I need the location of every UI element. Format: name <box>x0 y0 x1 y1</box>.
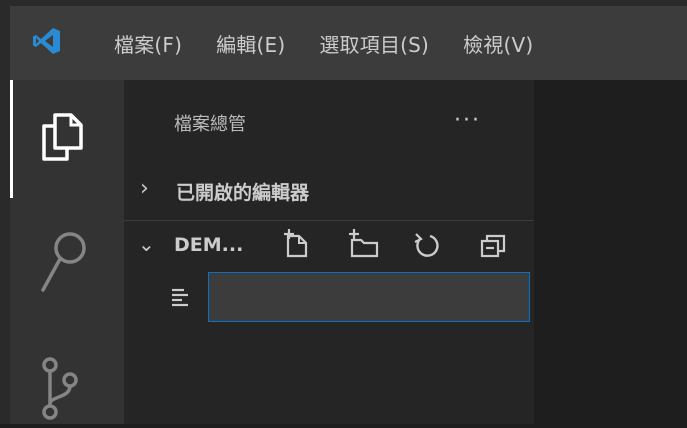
vscode-logo-icon <box>32 26 62 56</box>
menu-view[interactable]: 檢視(V) <box>463 29 533 58</box>
more-actions-button[interactable]: ··· <box>454 108 481 133</box>
refresh-icon[interactable] <box>410 226 444 270</box>
explorer-sidebar: 檔案總管 ··· › 已開啟的編輯器 ⌄ DEM... <box>124 80 534 424</box>
workspace-label: DEM... <box>174 234 244 256</box>
section-divider <box>124 220 534 221</box>
editor-area[interactable] <box>534 80 687 424</box>
new-folder-icon[interactable] <box>346 226 382 270</box>
chevron-right-icon: › <box>140 176 149 201</box>
new-file-row <box>124 272 534 326</box>
workspace-section-header[interactable]: ⌄ DEM... <box>124 226 534 268</box>
sidebar-title: 檔案總管 <box>174 114 246 135</box>
menu-selection[interactable]: 選取項目(S) <box>319 29 429 58</box>
plain-text-file-icon <box>168 282 192 314</box>
menu-edit[interactable]: 編輯(E) <box>216 29 285 58</box>
title-bar: 檔案(F) 編輯(E) 選取項目(S) 檢視(V) <box>10 6 687 80</box>
new-file-name-input[interactable] <box>208 272 530 322</box>
collapse-all-icon[interactable] <box>476 226 512 270</box>
open-editors-label: 已開啟的編輯器 <box>176 182 310 204</box>
open-editors-section-header[interactable]: › 已開啟的編輯器 <box>124 176 534 206</box>
search-icon[interactable] <box>40 230 88 298</box>
new-file-icon[interactable] <box>280 226 314 270</box>
source-control-icon[interactable] <box>40 356 80 428</box>
active-indicator <box>10 80 13 198</box>
explorer-icon[interactable] <box>40 112 84 166</box>
activity-bar <box>10 80 124 424</box>
menu-file[interactable]: 檔案(F) <box>114 29 182 58</box>
menu-bar: 檔案(F) 編輯(E) 選取項目(S) 檢視(V) <box>114 6 567 80</box>
chevron-down-icon: ⌄ <box>138 232 155 256</box>
window-frame-left <box>0 0 10 424</box>
